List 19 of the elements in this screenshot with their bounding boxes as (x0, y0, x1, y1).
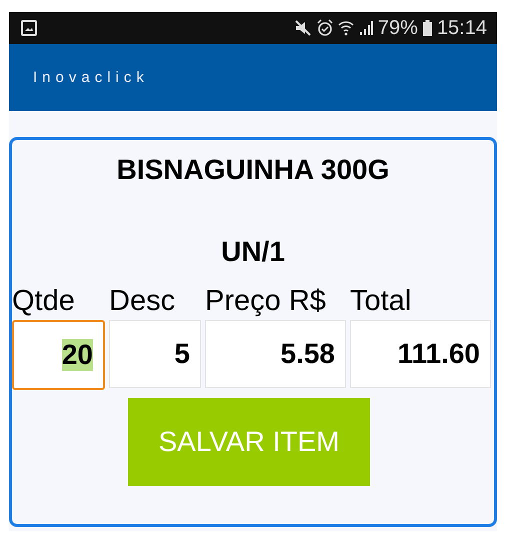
field-label: Preço R$ (205, 284, 327, 318)
product-unit: UN/1 (220, 236, 286, 268)
input-field[interactable]: 20 (12, 320, 105, 390)
alarm-icon (316, 19, 333, 37)
battery-percent: 79% (378, 16, 418, 40)
signal-icon (358, 21, 373, 35)
input-field[interactable]: 111.60 (350, 320, 491, 388)
field-label: Total (350, 284, 412, 318)
field-label: Desc (109, 284, 176, 318)
mute-icon (294, 20, 312, 36)
input-field[interactable]: 5 (109, 320, 201, 388)
clock-time: 15:14 (436, 16, 487, 40)
input-field[interactable]: 5.58 (205, 320, 346, 388)
app-title: Inovaclick (33, 69, 149, 86)
image-icon (21, 20, 37, 36)
product-name: BISNAGUINHA 300G (116, 154, 390, 186)
wifi-icon (338, 20, 354, 36)
field-label: Qtde (12, 284, 76, 318)
battery-icon (422, 20, 432, 36)
